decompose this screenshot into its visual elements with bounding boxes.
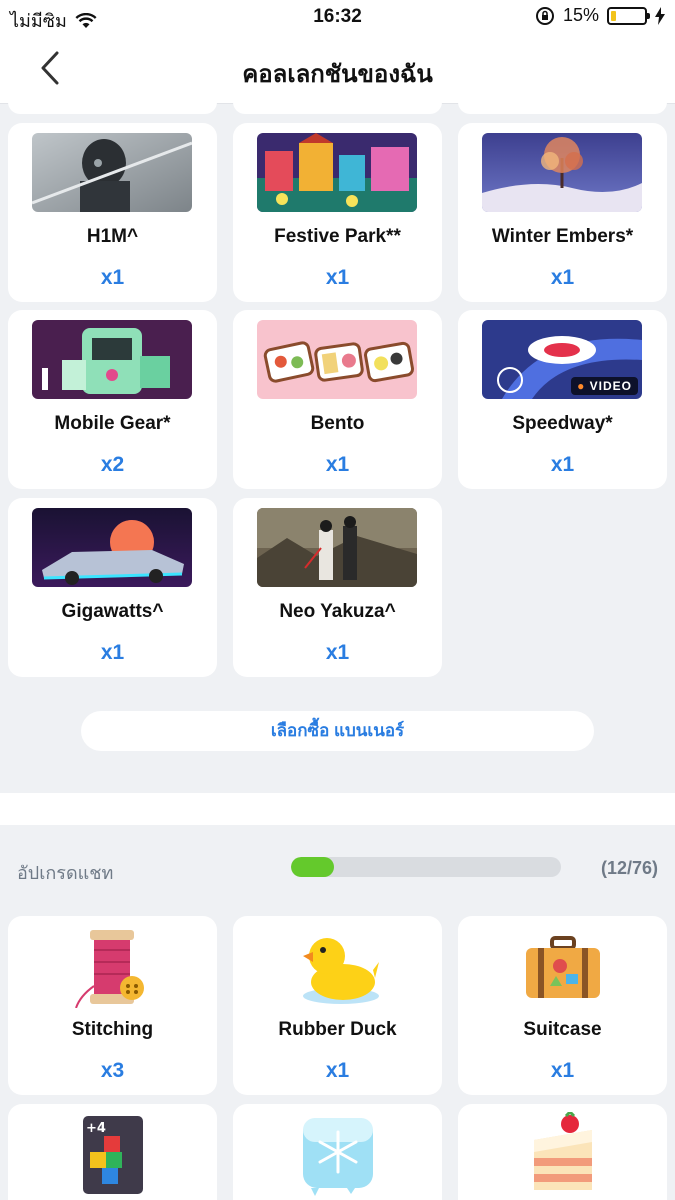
banner-name: H1M^ [86,226,139,247]
rotation-lock-icon [535,6,554,25]
banner-count: x1 [325,453,350,476]
cake-slice-icon [522,1109,604,1194]
thread-spool-icon [72,926,154,1009]
video-tag: ● VIDEO [571,377,638,395]
banner-name: Bento [310,413,365,434]
banner-name: Speedway* [512,413,613,434]
upgrade-card-cake[interactable] [458,1104,667,1200]
banner-card-speedway[interactable]: ● VIDEO Speedway* x1 [458,310,667,489]
buy-banner-button[interactable]: เลือกซื้อ แบนเนอร์ [81,711,594,751]
upgrade-progress-bar [291,857,561,877]
battery-percent: 15% [562,5,599,25]
banner-card-partial[interactable] [8,90,217,114]
upgrade-card-rubber-duck[interactable]: Rubber Duck x1 [233,916,442,1095]
charging-icon [655,6,665,25]
banner-image-festive-park [257,133,417,212]
banner-count: x1 [325,266,350,289]
status-bar: ไม่มีซิม 16:32 15% [0,0,675,34]
upgrade-card-stitching[interactable]: Stitching x3 [8,916,217,1095]
svg-text:+4: +4 [86,1121,106,1136]
banner-count: x1 [325,641,350,664]
progress-fill [291,857,334,877]
banner-card-partial[interactable] [458,90,667,114]
banner-count: x2 [100,453,125,476]
banner-count: x1 [550,453,575,476]
upgrade-card-ice-cube[interactable] [233,1104,442,1200]
banner-card-festive-park[interactable]: Festive Park** x1 [233,123,442,302]
section-divider [0,793,675,825]
banner-image-neo-yakuza [257,508,417,587]
status-right: 15% [535,5,665,26]
upgrade-progress-count: (12/76) [600,858,658,878]
ice-cube-icon [297,1114,379,1196]
upgrade-chat-header: อัปเกรดแชท (12/76) [0,840,675,896]
banner-card-mobile-gear[interactable]: Mobile Gear* x2 [8,310,217,489]
banner-image-mobile-gear [32,320,192,399]
battery-icon [607,6,650,25]
upgrade-name: Rubber Duck [278,1019,397,1040]
plus-four-card-icon: +4 [72,1114,154,1196]
banner-name: Mobile Gear* [54,413,171,434]
banner-image-bento [257,320,417,399]
banner-card-partial[interactable] [233,90,442,114]
page-title: คอลเลกชันของฉัน [242,61,433,88]
upgrade-card-suitcase[interactable]: Suitcase x1 [458,916,667,1095]
banner-name: Neo Yakuza^ [279,601,396,622]
upgrade-name: Stitching [71,1019,154,1040]
upgrade-card-plus-four[interactable]: +4 [8,1104,217,1200]
banner-card-h1m[interactable]: H1M^ x1 [8,123,217,302]
banner-name: Festive Park** [274,226,401,247]
upgrade-name: Suitcase [523,1019,602,1040]
banner-image-h1m [32,133,192,212]
banner-card-winter-embers[interactable]: Winter Embers* x1 [458,123,667,302]
banner-image-speedway: ● VIDEO [482,320,642,399]
upgrade-count: x1 [550,1059,575,1082]
upgrade-chat-label: อัปเกรดแชท [17,863,114,883]
banner-name: Gigawatts^ [61,601,164,622]
upgrade-count: x1 [325,1059,350,1082]
banner-count: x1 [100,641,125,664]
banner-name: Winter Embers* [491,226,634,247]
banner-card-gigawatts[interactable]: Gigawatts^ x1 [8,498,217,677]
banner-image-gigawatts [32,508,192,587]
video-tag-label: VIDEO [589,379,632,393]
banner-count: x1 [550,266,575,289]
banner-card-neo-yakuza[interactable]: Neo Yakuza^ x1 [233,498,442,677]
upgrade-count: x3 [100,1059,125,1082]
banner-card-bento[interactable]: Bento x1 [233,310,442,489]
suitcase-icon [522,926,604,1008]
fire-icon: ● [577,379,586,393]
rubber-duck-icon [297,926,379,1008]
banner-image-winter-embers [482,133,642,212]
banner-count: x1 [100,266,125,289]
